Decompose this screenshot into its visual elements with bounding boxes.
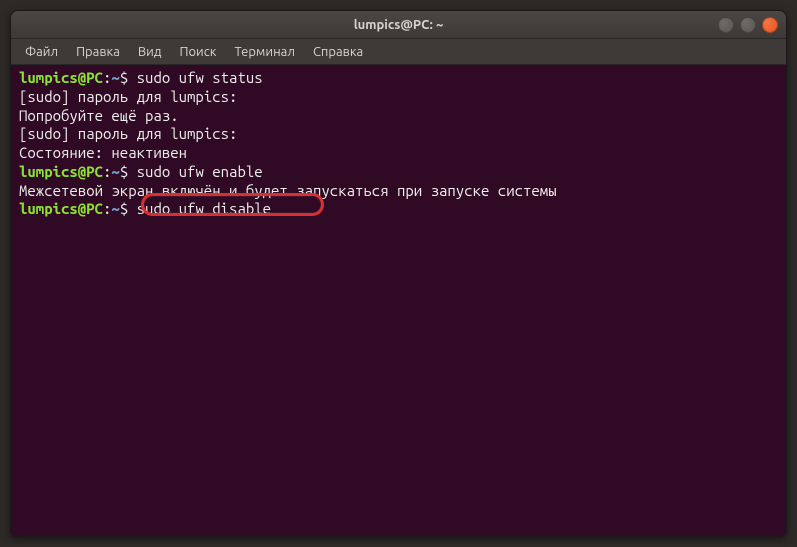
menu-edit[interactable]: Правка bbox=[68, 42, 128, 62]
prompt-path: ~ bbox=[111, 69, 119, 86]
prompt-path: ~ bbox=[111, 200, 119, 217]
prompt-command: sudo ufw disable bbox=[137, 200, 271, 217]
prompt-dollar: $ bbox=[120, 69, 137, 86]
terminal-output-line: Межсетевой экран включён и будет запуска… bbox=[19, 182, 778, 201]
prompt-dollar: $ bbox=[120, 200, 137, 217]
menu-search[interactable]: Поиск bbox=[171, 42, 224, 62]
titlebar: lumpics@PC: ~ bbox=[11, 11, 786, 39]
minimize-button[interactable] bbox=[718, 17, 734, 33]
prompt-dollar: $ bbox=[120, 163, 137, 180]
maximize-button[interactable] bbox=[740, 17, 756, 33]
menu-view[interactable]: Вид bbox=[130, 42, 170, 62]
terminal-output-line: [sudo] пароль для lumpics: bbox=[19, 88, 778, 107]
close-button[interactable] bbox=[762, 17, 778, 33]
prompt-command: sudo ufw enable bbox=[137, 163, 263, 180]
prompt-command: sudo ufw status bbox=[137, 69, 263, 86]
prompt-path: ~ bbox=[111, 163, 119, 180]
prompt-userhost: lumpics@PC bbox=[19, 163, 103, 180]
terminal-prompt-line: lumpics@PC:~$ sudo ufw enable bbox=[19, 163, 778, 182]
terminal-prompt-line: lumpics@PC:~$ sudo ufw status bbox=[19, 69, 778, 88]
terminal-output-line: Попробуйте ещё раз. bbox=[19, 107, 778, 126]
terminal-prompt-line: lumpics@PC:~$ sudo ufw disable bbox=[19, 200, 778, 219]
menu-file[interactable]: Файл bbox=[17, 42, 66, 62]
menubar: Файл Правка Вид Поиск Терминал Справка bbox=[11, 39, 786, 65]
window-title: lumpics@PC: ~ bbox=[354, 18, 444, 32]
prompt-userhost: lumpics@PC bbox=[19, 69, 103, 86]
terminal-output-line: [sudo] пароль для lumpics: bbox=[19, 125, 778, 144]
terminal-output: lumpics@PC:~$ sudo ufw status[sudo] паро… bbox=[19, 69, 778, 219]
terminal-output-line: Состояние: неактивен bbox=[19, 144, 778, 163]
prompt-userhost: lumpics@PC bbox=[19, 200, 103, 217]
window-controls bbox=[718, 17, 778, 33]
terminal-window: lumpics@PC: ~ Файл Правка Вид Поиск Терм… bbox=[10, 10, 787, 537]
terminal-body[interactable]: lumpics@PC:~$ sudo ufw status[sudo] паро… bbox=[11, 65, 786, 536]
menu-help[interactable]: Справка bbox=[305, 42, 371, 62]
menu-terminal[interactable]: Терминал bbox=[226, 42, 302, 62]
